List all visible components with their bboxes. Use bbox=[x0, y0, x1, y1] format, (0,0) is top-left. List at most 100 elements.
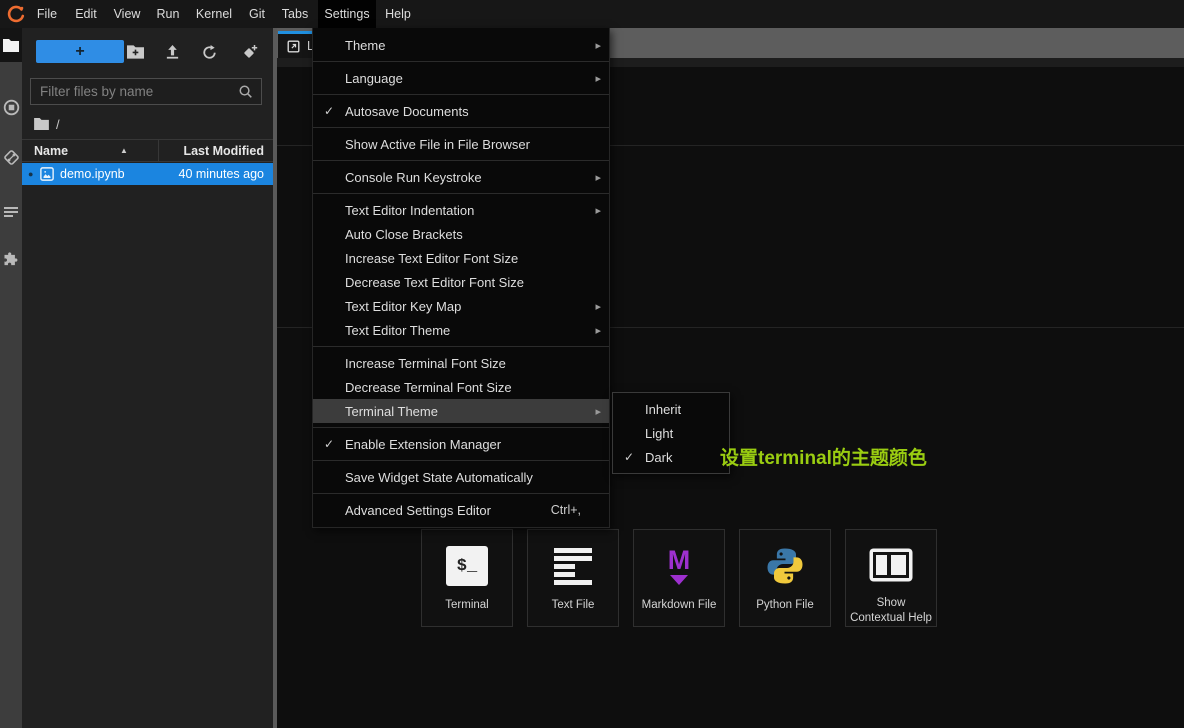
settings-menu-item[interactable]: ✓ Decrease Terminal Font Size ▸ bbox=[313, 375, 609, 399]
submenu-arrow-icon: ▸ bbox=[589, 171, 601, 184]
launcher-card-markdown-file[interactable]: M Markdown File bbox=[633, 529, 725, 627]
menu-item-label: Increase Text Editor Font Size bbox=[345, 251, 581, 266]
terminal-theme-option[interactable]: ✓ Inherit bbox=[613, 397, 729, 421]
running-sessions-icon bbox=[3, 99, 20, 116]
settings-menu-item[interactable]: ✓ Terminal Theme ▸ bbox=[313, 399, 609, 423]
settings-menu-item[interactable]: ✓ Save Widget State Automatically ▸ bbox=[313, 465, 609, 489]
new-launcher-button[interactable]: + bbox=[36, 40, 124, 63]
settings-menu-item[interactable]: ✓ ▸ bbox=[313, 160, 609, 161]
menu-item-label: Light bbox=[645, 426, 721, 441]
settings-menu-item[interactable]: ✓ ▸ bbox=[313, 127, 609, 128]
card-label: Markdown File bbox=[639, 598, 720, 613]
filter-files-input[interactable] bbox=[31, 84, 238, 99]
submenu-arrow-icon: ▸ bbox=[589, 204, 601, 217]
menubar-item[interactable]: Tabs bbox=[275, 0, 315, 28]
menubar-items: File Edit View Run Kernel Git Tabs Setti… bbox=[29, 0, 420, 28]
launcher-card-terminal[interactable]: $_ Terminal bbox=[421, 529, 513, 627]
breadcrumb[interactable]: / bbox=[34, 114, 60, 134]
settings-menu-item[interactable]: ✓ Show Active File in File Browser ▸ bbox=[313, 132, 609, 156]
menubar: File Edit View Run Kernel Git Tabs Setti… bbox=[0, 0, 1184, 28]
settings-menu-item[interactable]: ✓ Enable Extension Manager ▸ bbox=[313, 432, 609, 456]
settings-menu: ✓ Theme ▸ ✓ ▸ ✓ Language ▸ ✓ ▸ ✓ Autosav bbox=[312, 28, 610, 528]
checkmark-icon: ✓ bbox=[324, 104, 340, 118]
refresh-button[interactable] bbox=[196, 41, 222, 63]
terminal-theme-submenu: ✓ Inherit ✓ Light ✓ Dark bbox=[612, 392, 730, 474]
card-label: Show Contextual Help bbox=[846, 596, 936, 626]
settings-menu-item[interactable]: ✓ Autosave Documents ▸ bbox=[313, 99, 609, 123]
menubar-item[interactable]: Run bbox=[150, 0, 186, 28]
breadcrumb-root: / bbox=[56, 117, 60, 132]
contextual-help-icon bbox=[869, 541, 913, 589]
settings-menu-item[interactable]: ✓ ▸ bbox=[313, 460, 609, 461]
launcher-card-python-file[interactable]: Python File bbox=[739, 529, 831, 627]
menubar-item[interactable]: Kernel bbox=[189, 0, 239, 28]
home-folder-icon bbox=[34, 118, 49, 130]
menu-item-label: Text Editor Theme bbox=[345, 323, 581, 338]
upload-button[interactable] bbox=[159, 41, 185, 63]
git-clone-button[interactable] bbox=[237, 41, 263, 63]
menu-item-label: Language bbox=[345, 71, 581, 86]
settings-menu-item[interactable]: ✓ Theme ▸ bbox=[313, 33, 609, 57]
menu-item-label: Console Run Keystroke bbox=[345, 170, 581, 185]
settings-menu-item[interactable]: ✓ Increase Text Editor Font Size ▸ bbox=[313, 246, 609, 270]
card-label: Terminal bbox=[442, 598, 491, 613]
settings-menu-item[interactable]: ✓ ▸ bbox=[313, 94, 609, 95]
settings-menu-item[interactable]: ✓ ▸ bbox=[313, 346, 609, 347]
menubar-item[interactable]: Help bbox=[379, 0, 417, 28]
settings-menu-item[interactable]: ✓ Text Editor Theme ▸ bbox=[313, 318, 609, 342]
unsaved-dot-indicator: ● bbox=[28, 170, 38, 179]
folder-icon bbox=[3, 39, 19, 52]
launcher-tab-icon bbox=[287, 40, 300, 53]
terminal-theme-option[interactable]: ✓ Dark bbox=[613, 445, 729, 469]
submenu-arrow-icon: ▸ bbox=[589, 324, 601, 337]
launcher-card-text-file[interactable]: Text File bbox=[527, 529, 619, 627]
card-label: Text File bbox=[549, 598, 598, 613]
submenu-arrow-icon: ▸ bbox=[589, 72, 601, 85]
settings-menu-item[interactable]: ✓ Decrease Text Editor Font Size ▸ bbox=[313, 270, 609, 294]
checkmark-icon: ✓ bbox=[624, 450, 640, 464]
sidebar-tab-extensions[interactable] bbox=[0, 242, 22, 276]
settings-menu-item[interactable]: ✓ Console Run Keystroke ▸ bbox=[313, 165, 609, 189]
settings-menu-item[interactable]: ✓ ▸ bbox=[313, 61, 609, 62]
file-row[interactable]: ● demo.ipynb 40 minutes ago bbox=[22, 163, 273, 185]
submenu-arrow-icon: ▸ bbox=[589, 300, 601, 313]
terminal-theme-option[interactable]: ✓ Light bbox=[613, 421, 729, 445]
sidebar-tab-running-sessions[interactable] bbox=[0, 90, 22, 124]
filter-files-box bbox=[30, 78, 262, 105]
settings-menu-item[interactable]: ✓ ▸ bbox=[313, 427, 609, 428]
menubar-item[interactable]: View bbox=[107, 0, 147, 28]
column-header-last-modified[interactable]: Last Modified bbox=[159, 144, 273, 158]
menubar-item[interactable]: Git bbox=[242, 0, 272, 28]
launcher-card-contextual-help[interactable]: Show Contextual Help bbox=[845, 529, 937, 627]
menubar-item[interactable]: File bbox=[29, 0, 65, 28]
file-name: demo.ipynb bbox=[60, 167, 179, 181]
settings-menu-item[interactable]: ✓ Auto Close Brackets ▸ bbox=[313, 222, 609, 246]
git-clone-icon bbox=[242, 44, 258, 60]
text-file-icon bbox=[554, 541, 592, 591]
settings-menu-item[interactable]: ✓ Advanced Settings Editor Ctrl+, ▸ bbox=[313, 498, 609, 522]
new-folder-button[interactable] bbox=[122, 41, 148, 63]
terminal-icon: $_ bbox=[446, 541, 488, 591]
sidebar-tab-table-of-contents[interactable] bbox=[0, 195, 22, 229]
python-icon bbox=[765, 541, 805, 591]
sidebar-tab-git[interactable] bbox=[0, 140, 22, 174]
settings-menu-item[interactable]: ✓ ▸ bbox=[313, 493, 609, 494]
menubar-item[interactable]: Settings bbox=[318, 0, 376, 28]
settings-menu-item[interactable]: ✓ Increase Terminal Font Size ▸ bbox=[313, 351, 609, 375]
search-icon bbox=[238, 84, 261, 99]
upload-icon bbox=[165, 45, 180, 60]
file-browser-panel: + / bbox=[22, 28, 273, 728]
menubar-item[interactable]: Edit bbox=[68, 0, 104, 28]
settings-menu-item[interactable]: ✓ Text Editor Indentation ▸ bbox=[313, 198, 609, 222]
menu-item-label: Inherit bbox=[645, 402, 721, 417]
refresh-icon bbox=[202, 45, 217, 60]
settings-menu-item[interactable]: ✓ Language ▸ bbox=[313, 66, 609, 90]
new-folder-icon bbox=[127, 45, 144, 59]
menu-item-label: Autosave Documents bbox=[345, 104, 581, 119]
menu-item-label: Theme bbox=[345, 38, 581, 53]
column-header-name[interactable]: Name bbox=[22, 144, 68, 158]
sidebar-tab-file-browser[interactable] bbox=[0, 28, 22, 62]
settings-menu-item[interactable]: ✓ Text Editor Key Map ▸ bbox=[313, 294, 609, 318]
settings-menu-item[interactable]: ✓ ▸ bbox=[313, 193, 609, 194]
toc-icon bbox=[3, 206, 19, 218]
